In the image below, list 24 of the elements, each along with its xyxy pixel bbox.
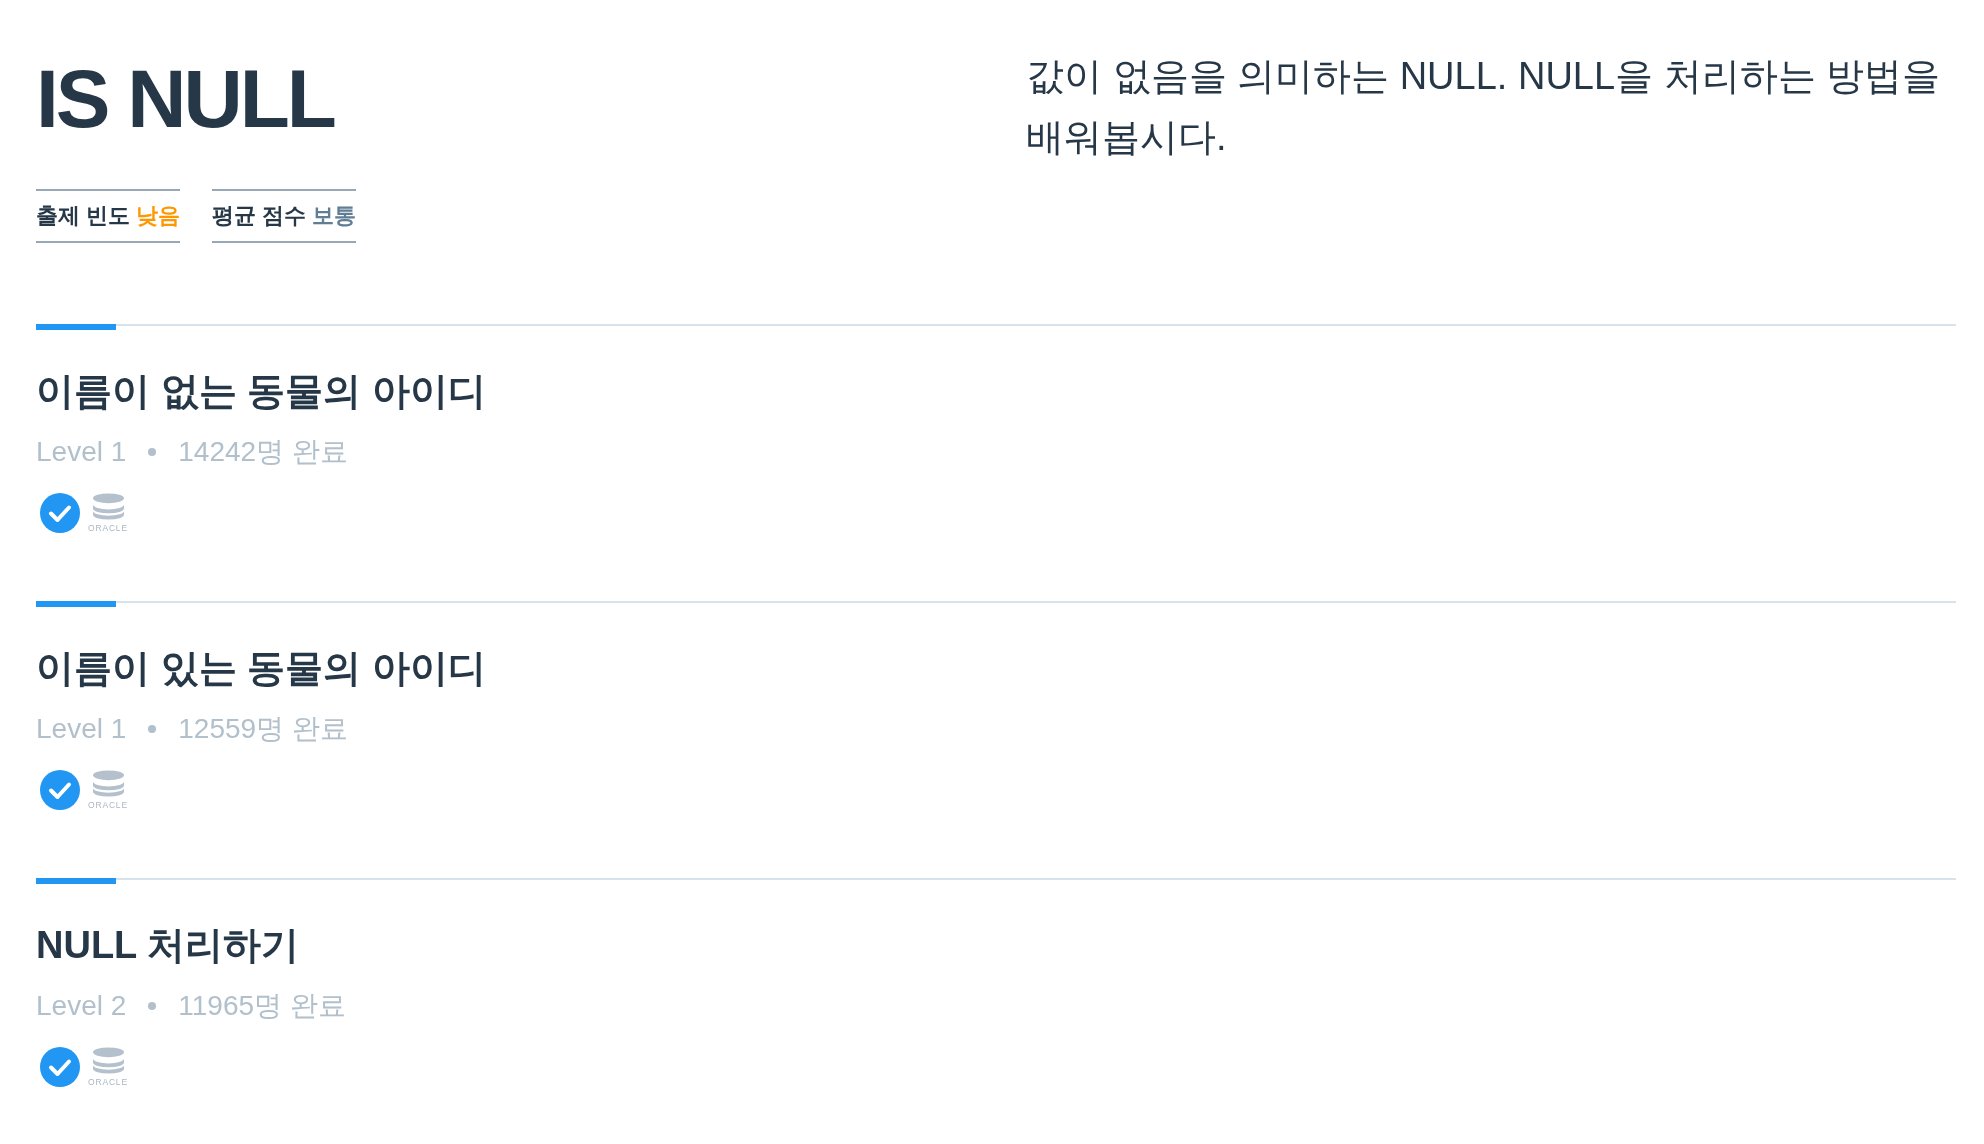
database-label: ORACLE [88, 523, 128, 533]
stat-label: 출제 빈도 [36, 202, 131, 230]
problem-title-link[interactable]: NULL 처리하기 [36, 921, 300, 969]
database-icon [92, 770, 124, 798]
level-text: Level 1 [36, 435, 127, 469]
database-icon [92, 1047, 124, 1075]
database-label: ORACLE [88, 1077, 128, 1087]
page-description: 값이 없음을 의미하는 NULL. NULL을 처리하는 방법을 배워봅시다. [1026, 54, 1942, 160]
stat-value: 낮음 [136, 202, 181, 230]
database-label: ORACLE [88, 800, 128, 810]
problem-title-link[interactable]: 이름이 없는 동물의 아이디 [36, 367, 486, 415]
separator-dot-icon [148, 725, 157, 733]
completed-count: 14242명 완료 [178, 435, 348, 469]
level-text: Level 1 [36, 712, 127, 746]
problem-title-link[interactable]: 이름이 있는 동물의 아이디 [36, 644, 486, 692]
database-icon [92, 493, 124, 521]
completed-count: 12559명 완료 [178, 712, 348, 746]
stat-label: 평균 점수 [212, 202, 307, 230]
separator-dot-icon [148, 448, 157, 456]
stat-value: 보통 [312, 202, 357, 230]
separator-dot-icon [148, 1002, 157, 1010]
level-text: Level 2 [36, 989, 127, 1023]
page-title: IS NULL [36, 58, 336, 140]
completed-count: 11965명 완료 [178, 989, 346, 1023]
